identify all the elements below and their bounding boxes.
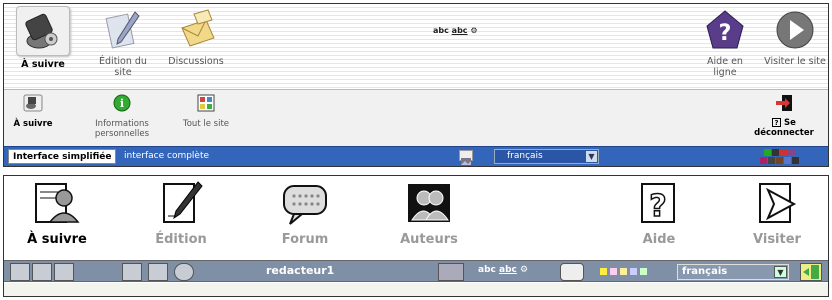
- subtoolbar-item-infos[interactable]: i Informations personnelles: [80, 94, 164, 139]
- list-icon[interactable]: [122, 263, 142, 281]
- color-swatch[interactable]: [760, 157, 767, 164]
- person-document-icon: [35, 183, 80, 223]
- subtoolbar-label: À suivre: [13, 119, 53, 129]
- toolbar-item-a-suivre[interactable]: À suivre: [12, 6, 74, 70]
- question-icon: ?: [641, 183, 675, 225]
- eye-icon[interactable]: [174, 263, 194, 281]
- spellcheck-tool-bottom[interactable]: abc abc ⚙: [478, 265, 528, 275]
- toolbar-item-visiter[interactable]: Visiter le site: [762, 8, 828, 67]
- subtoolbar-label: Tout le site: [182, 119, 229, 129]
- language-select-top[interactable]: français ▼: [494, 149, 599, 164]
- color-swatch[interactable]: [640, 268, 647, 275]
- content-area: [4, 283, 828, 296]
- color-swatch[interactable]: [600, 268, 607, 275]
- color-swatch[interactable]: [780, 149, 787, 156]
- nav-a-suivre[interactable]: À suivre: [12, 180, 102, 247]
- chevron-down-icon: ▼: [586, 151, 597, 162]
- svg-text:?: ?: [649, 189, 666, 224]
- info-icon: i: [113, 94, 131, 112]
- toolbar-item-discussions[interactable]: Discussions: [156, 8, 236, 67]
- subtoolbar-item-tout-le-site[interactable]: Tout le site: [172, 94, 240, 129]
- interface-bar: Interface simplifiée interface complète …: [4, 146, 828, 166]
- gear-icon: ⚙: [520, 265, 529, 275]
- color-swatch[interactable]: [764, 149, 771, 156]
- spellcheck-tool[interactable]: abc abc ⚙: [433, 26, 478, 35]
- username: redacteur1: [266, 264, 335, 277]
- color-swatch[interactable]: [768, 157, 775, 164]
- bottom-toolbar: redacteur1 abc abc ⚙ français ▼: [4, 260, 828, 282]
- wrench-icon: [16, 6, 70, 56]
- bottom-panel: À suivre Édition Forum Auteurs ? Aide Vi…: [3, 175, 829, 297]
- speech-bubble-icon: [283, 185, 327, 225]
- toolbar-label: À suivre: [21, 59, 65, 70]
- logout-label: Se déconnecter: [754, 118, 814, 138]
- color-swatch[interactable]: [792, 157, 799, 164]
- wrench-small-icon: [23, 94, 43, 112]
- nav-visiter[interactable]: Visiter: [732, 180, 822, 247]
- image-icon[interactable]: [459, 150, 473, 165]
- zoom-icon[interactable]: [54, 263, 74, 281]
- nav-label: Aide: [642, 232, 676, 247]
- toolbar-label: Aide en ligne: [707, 56, 743, 78]
- color-swatch[interactable]: [620, 268, 627, 275]
- svg-text:i: i: [120, 97, 124, 110]
- color-swatch[interactable]: [788, 149, 795, 156]
- subtoolbar-item-a-suivre[interactable]: À suivre: [10, 94, 56, 129]
- chevron-down-icon: ▼: [774, 266, 787, 278]
- envelope-icon: [172, 8, 220, 52]
- spellcheck-label: abc: [478, 265, 496, 275]
- arrow-visit-icon: [759, 183, 797, 223]
- toolbar-label: Discussions: [168, 56, 224, 67]
- people-icon: [408, 184, 450, 222]
- nav-aide[interactable]: ? Aide: [614, 180, 704, 247]
- toolbar-item-edition[interactable]: Édition du site: [92, 8, 154, 78]
- globe-icon[interactable]: [10, 263, 30, 281]
- language-select-bottom[interactable]: français ▼: [677, 264, 789, 280]
- color-swatch[interactable]: [630, 268, 637, 275]
- sub-toolbar: À suivre i Informations personnelles Tou…: [4, 89, 828, 146]
- toolbar-label: Édition du site: [99, 56, 147, 78]
- cursor-icon[interactable]: [32, 263, 52, 281]
- nav-label: Forum: [281, 232, 329, 247]
- site-grid-icon: [197, 94, 215, 112]
- exit-icon[interactable]: [800, 263, 822, 281]
- tab-interface-complete[interactable]: interface complète: [124, 149, 209, 164]
- nav-auteurs[interactable]: Auteurs: [384, 180, 474, 247]
- quill-icon: [99, 8, 147, 52]
- nav-label: À suivre: [27, 232, 87, 247]
- nav-label: Visiter: [753, 232, 801, 247]
- triangle-down-icon[interactable]: [148, 263, 168, 281]
- color-swatch[interactable]: [772, 149, 779, 156]
- svg-text:?: ?: [719, 21, 732, 46]
- play-icon: [771, 8, 819, 52]
- tab-interface-simplifiee[interactable]: Interface simplifiée: [8, 149, 117, 164]
- nav-forum[interactable]: Forum: [260, 180, 350, 247]
- media-icon[interactable]: [438, 263, 464, 281]
- pen-icon: [163, 181, 203, 223]
- help-icon: ?: [701, 8, 749, 52]
- toolbar-item-aide[interactable]: ? Aide en ligne: [694, 8, 756, 78]
- spellcheck-abc-under: abc: [451, 26, 468, 35]
- subtoolbar-label: Informations personnelles: [94, 119, 150, 139]
- help-box-icon: ?: [772, 118, 782, 127]
- language-value: français: [507, 151, 543, 161]
- top-panel: À suivre Édition du site Discussions abc…: [3, 3, 829, 167]
- logout-button[interactable]: ? Se déconnecter: [742, 94, 826, 138]
- nav-label: Auteurs: [400, 232, 458, 247]
- color-swatch[interactable]: [784, 157, 791, 164]
- color-palette[interactable]: [756, 149, 816, 165]
- nav-edition[interactable]: Édition: [136, 180, 226, 247]
- color-swatch[interactable]: [776, 157, 783, 164]
- logout-icon: [776, 95, 792, 111]
- top-toolbar: À suivre Édition du site Discussions abc…: [4, 4, 828, 89]
- nav-label: Édition: [155, 232, 207, 247]
- gear-icon: ⚙: [470, 26, 478, 35]
- window-icon[interactable]: [560, 263, 584, 281]
- color-swatch[interactable]: [610, 268, 617, 275]
- spellcheck-abc-under: abc: [499, 265, 517, 275]
- toolbar-label: Visiter le site: [764, 56, 826, 67]
- language-value: français: [682, 266, 728, 277]
- spellcheck-label: abc: [433, 26, 449, 35]
